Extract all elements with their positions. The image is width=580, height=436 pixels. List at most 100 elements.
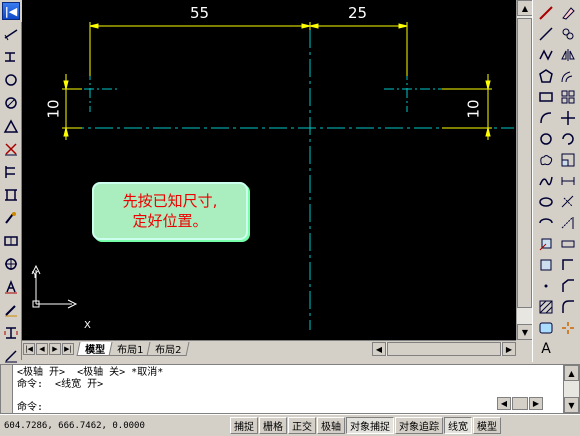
ellipse-icon[interactable] [536,193,556,211]
command-window: <极轴 开> <极轴 关> *取消* 命令: <线宽 开> 命令: ◀ ▶ ▲ … [0,364,580,414]
first-tab-button[interactable]: |◀ [23,342,35,355]
command-hscroll[interactable]: ◀ ▶ [497,397,545,411]
dim-text-10-right: 10 [464,99,483,119]
callout-line-1: 先按已知尺寸, [122,192,218,210]
angular-dimension-icon[interactable] [2,140,20,158]
rectangle-icon[interactable] [536,88,556,106]
last-tab-button[interactable]: ▶| [62,342,74,355]
scroll-left-button[interactable]: ◀ [372,342,386,356]
hatch-icon[interactable] [536,298,556,316]
rewind-start-button[interactable]: |◀ [2,2,20,20]
tab-model-label: 模型 [85,344,106,356]
tab-layout-2-label: 布局2 [155,344,182,356]
make-block-icon[interactable] [536,256,556,274]
chamfer-icon[interactable] [558,277,578,295]
dim-text-25: 25 [348,4,368,22]
circle-icon[interactable] [536,130,556,148]
offset-icon[interactable] [558,67,578,85]
otrack-toggle[interactable]: 对象追踪 [395,417,443,434]
ellipse-arc-icon[interactable] [536,214,556,232]
scroll-up-button[interactable]: ▲ [517,0,533,16]
explode-icon[interactable] [558,319,578,337]
array-icon[interactable] [558,88,578,106]
vertical-scrollbar[interactable]: ▲ ▼ [516,0,533,340]
command-scroll-down-button[interactable]: ▼ [564,397,579,413]
draw-toolbar: A [536,4,558,361]
horizontal-scroll-thumb[interactable] [387,342,501,356]
scroll-thumb[interactable] [517,18,532,308]
instruction-callout: 先按已知尺寸, 定好位置。 [92,182,248,240]
command-line[interactable]: 命令: [17,398,43,413]
lineweight-toggle[interactable]: 线宽 [444,417,472,434]
scroll-down-button[interactable]: ▼ [517,324,533,340]
polar-toggle[interactable]: 极轴 [317,417,345,434]
quick-dimension-icon[interactable] [2,163,20,181]
construction-line-icon[interactable] [536,25,556,43]
erase-icon[interactable] [558,4,578,22]
command-window-grip[interactable] [1,365,13,413]
ordinate-dimension-icon[interactable] [2,71,20,89]
rotate-icon[interactable] [558,130,578,148]
dimension-style-icon[interactable] [2,347,20,365]
tab-layout-2[interactable]: 布局2 [146,341,191,356]
continue-dimension-icon[interactable] [2,209,20,227]
scale-icon[interactable] [558,151,578,169]
command-scroll-left-button[interactable]: ◀ [497,397,511,410]
break-icon[interactable] [558,235,578,253]
copy-icon[interactable] [558,25,578,43]
dimension-update-icon[interactable] [2,324,20,342]
text-icon[interactable]: A [536,340,556,358]
diameter-dimension-icon[interactable] [2,117,20,135]
scroll-right-button[interactable]: ▶ [502,342,516,356]
spline-icon[interactable] [536,172,556,190]
prev-tab-button[interactable]: ◀ [36,342,48,355]
command-scroll-thumb[interactable] [512,397,528,410]
dimension-edit-icon[interactable] [2,301,20,319]
polygon-icon[interactable] [536,67,556,85]
point-icon[interactable] [536,277,556,295]
tab-layout-1[interactable]: 布局1 [108,341,152,356]
command-history: <极轴 开> <极轴 关> *取消* 命令: <线宽 开> [17,367,557,391]
command-scroll-right-button[interactable]: ▶ [529,397,543,410]
osnap-toggle[interactable]: 对象捕捉 [346,417,394,434]
linear-dimension-icon[interactable] [2,25,20,43]
mirror-icon[interactable] [558,46,578,64]
region-icon[interactable] [536,319,556,337]
ucs-x-label: X [84,320,91,331]
radius-dimension-icon[interactable] [2,94,20,112]
dimension-55[interactable] [89,22,311,76]
dimension-10-left[interactable] [62,74,82,140]
trim-icon[interactable] [558,193,578,211]
ortho-toggle[interactable]: 正交 [288,417,316,434]
command-history-line-2: 命令: <线宽 开> [17,379,104,390]
extend-icon[interactable] [558,214,578,232]
grid-toggle[interactable]: 栅格 [259,417,287,434]
command-scroll-up-button[interactable]: ▲ [564,365,579,381]
command-vscroll[interactable]: ▲ ▼ [563,365,579,413]
drawing-canvas[interactable]: 55 25 10 10 Y X 先按已知尺寸, 定好位置。 [22,0,516,340]
dimension-text-edit-icon[interactable] [2,278,20,296]
join-icon[interactable] [558,256,578,274]
baseline-dimension-icon[interactable] [2,186,20,204]
fillet-icon[interactable] [558,298,578,316]
snap-toggle[interactable]: 捕捉 [230,417,258,434]
dimension-25[interactable] [309,22,408,76]
ucs-icon [31,264,78,309]
autocad-window: |◀ ◀◀ ▶ || ▶▶ ✕ i [0,0,580,436]
next-tab-button[interactable]: ▶ [49,342,61,355]
polyline-icon[interactable] [536,46,556,64]
tolerance-icon[interactable] [2,255,20,273]
coordinate-readout[interactable]: 604.7286, 666.7462, 0.0000 [0,421,230,431]
move-icon[interactable] [558,109,578,127]
leader-icon[interactable] [2,232,20,250]
arc-icon[interactable] [536,109,556,127]
revision-cloud-icon[interactable] [536,151,556,169]
horizontal-scrollbar[interactable]: ◀ ▶ [372,342,516,356]
stretch-icon[interactable] [558,172,578,190]
insert-block-icon[interactable] [536,235,556,253]
draw-modify-toolbar: A [532,0,580,362]
line-icon[interactable] [536,4,556,22]
command-history-line-1: <极轴 开> <极轴 关> *取消* [17,367,164,378]
aligned-dimension-icon[interactable] [2,48,20,66]
model-space-toggle[interactable]: 模型 [473,417,501,434]
